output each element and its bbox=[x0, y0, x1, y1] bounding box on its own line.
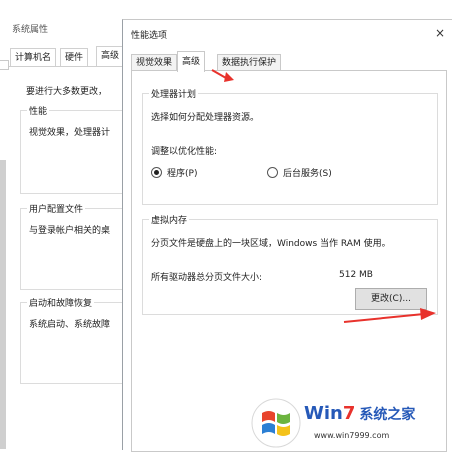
arrow-head bbox=[420, 308, 436, 320]
logo-brand-right: 系统之家 bbox=[359, 407, 416, 423]
annotation-arrows bbox=[211, 69, 436, 323]
arrow-shaft bbox=[211, 69, 227, 79]
logo-brand-win: Win bbox=[304, 403, 343, 424]
arrow-shaft bbox=[343, 313, 425, 323]
logo-brand-seven: 7 bbox=[342, 403, 356, 424]
tab-advanced-active[interactable]: 高级 bbox=[177, 51, 206, 72]
win7-logo-watermark: Win7 系统之家 www.win7999.com bbox=[250, 397, 452, 449]
logo-brand: Win7 系统之家 bbox=[304, 403, 415, 424]
arrow-to-advanced-tab bbox=[211, 69, 234, 82]
logo-url: www.win7999.com bbox=[314, 431, 390, 440]
arrow-to-change-button bbox=[343, 308, 436, 323]
arrow-head bbox=[224, 72, 234, 82]
